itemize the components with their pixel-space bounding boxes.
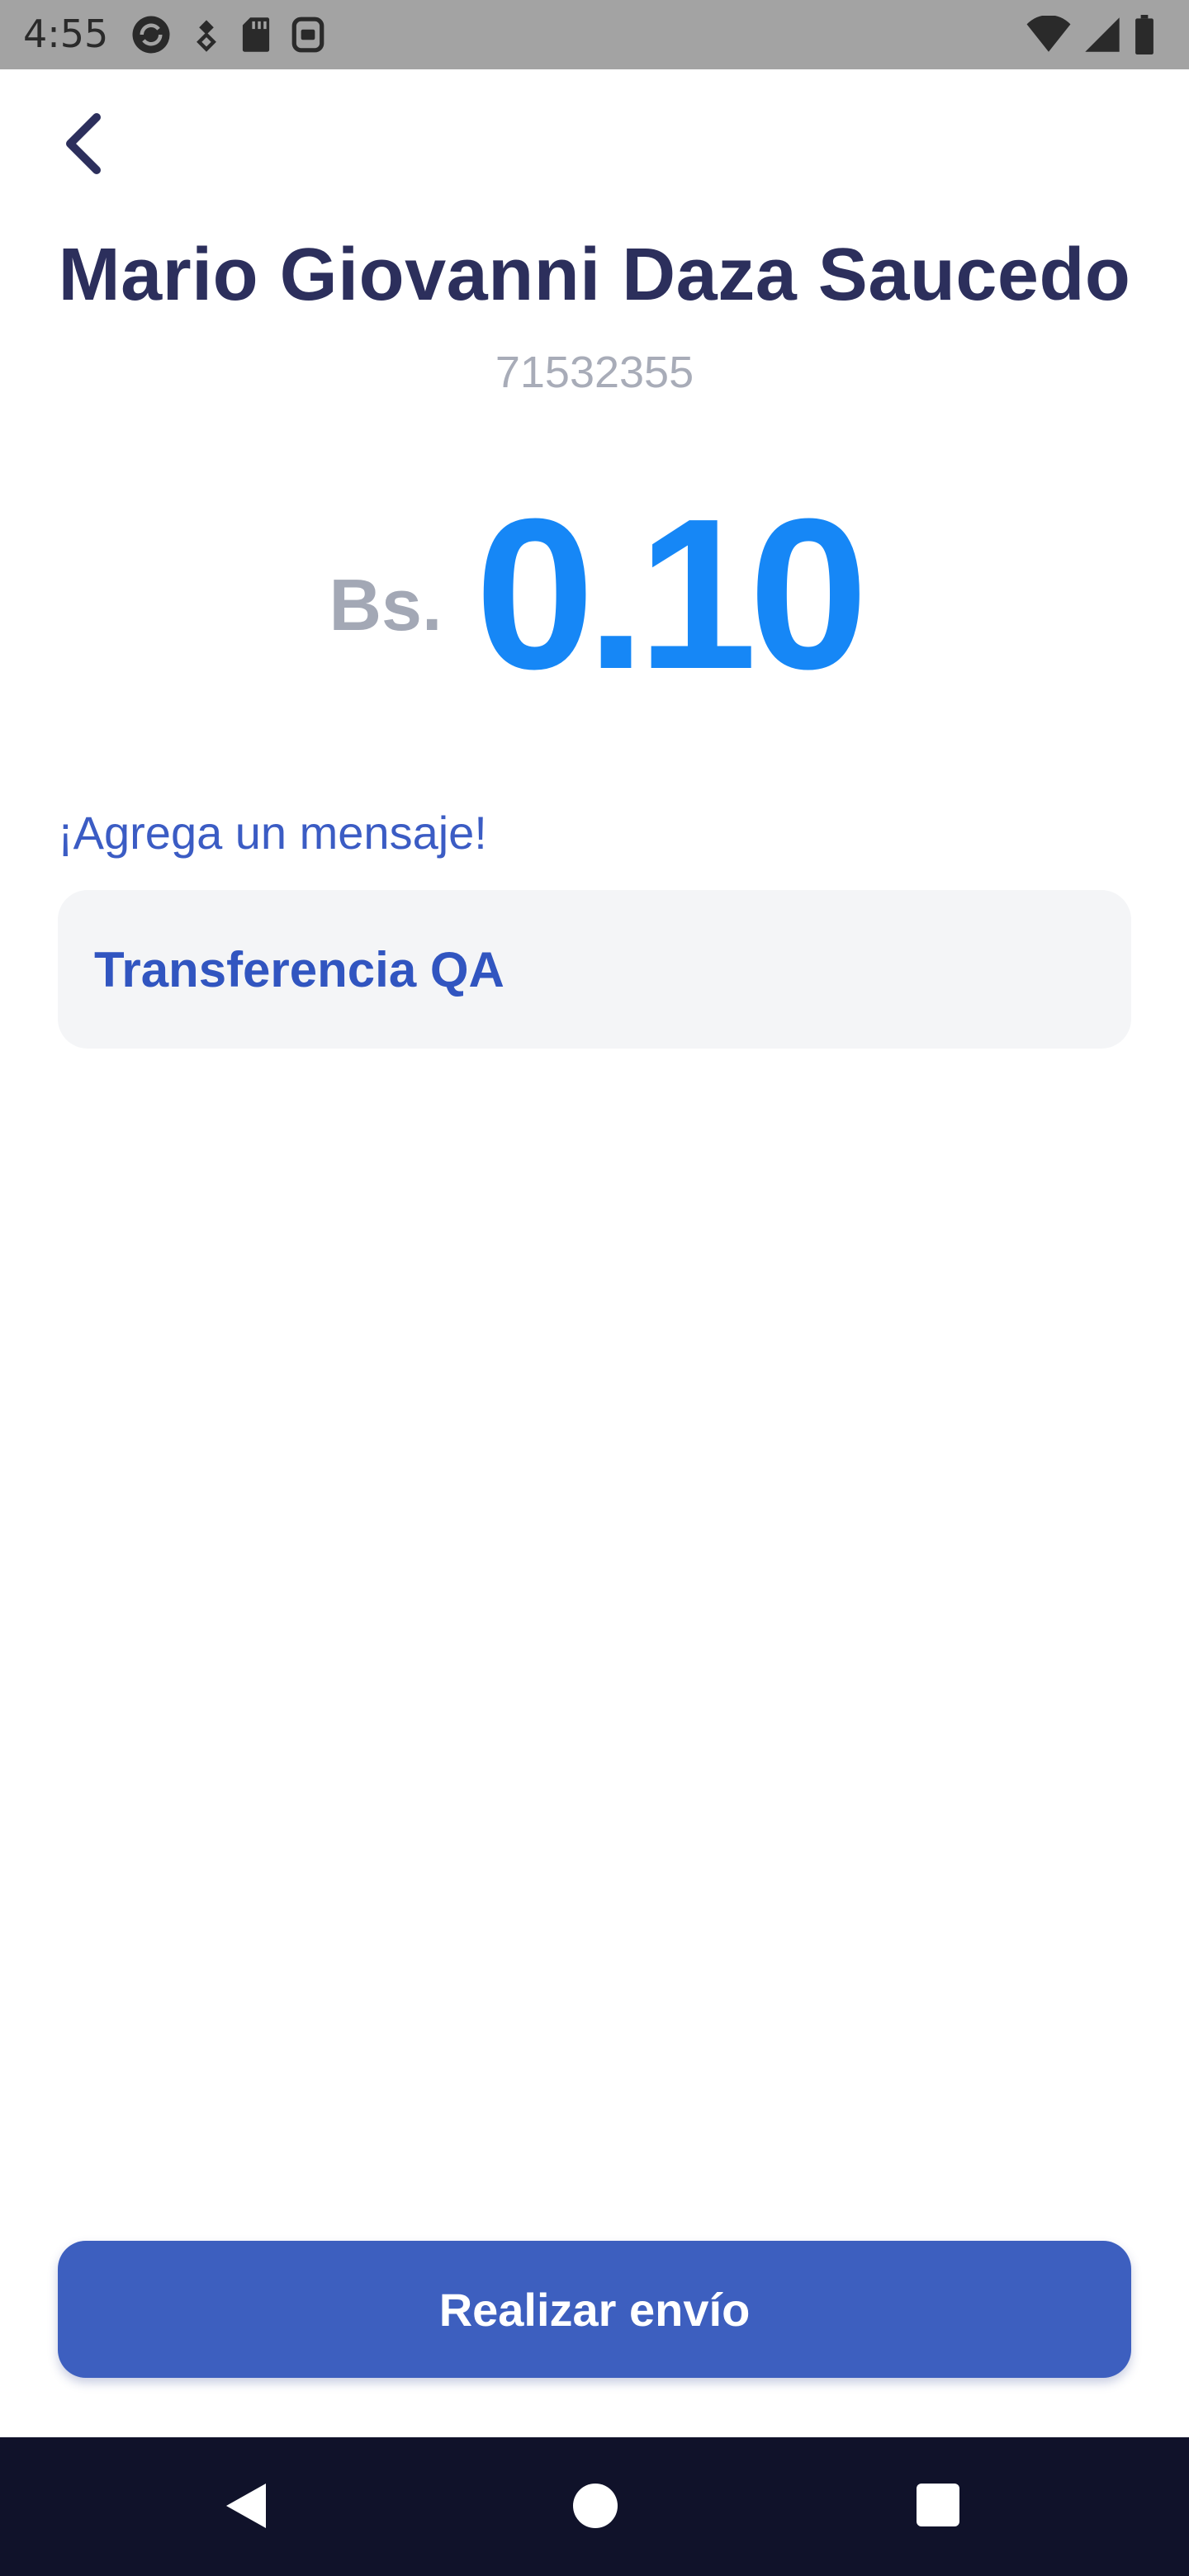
security-icon [291,17,324,53]
back-triangle-icon[interactable] [223,2480,269,2531]
wifi-icon [1026,16,1071,52]
amount-display: Bs. 0.10 [0,487,1189,702]
navigation-bar [0,2437,1189,2576]
battery-icon [1135,15,1153,54]
sd-card-icon [242,17,270,52]
message-label: ¡Agrega un mensaje! [58,807,487,859]
recipient-phone: 71532355 [495,348,694,397]
message-input-value: Transferencia QA [94,941,504,997]
status-time: 4:55 [23,12,109,56]
send-button[interactable]: Realizar envío [58,2241,1131,2378]
back-button[interactable] [51,107,114,180]
cell-signal-icon [1085,17,1120,52]
home-circle-icon[interactable] [573,2484,618,2528]
message-input[interactable]: Transferencia QA [58,890,1131,1049]
status-bar: 4:55 [0,0,1189,69]
status-left-icons [129,12,325,58]
amount-value: 0.10 [475,475,868,714]
vpn-key-icon [197,20,216,52]
status-right-icons [1026,12,1156,58]
sync-icon [132,16,170,54]
currency-label: Bs. [329,564,443,646]
recipient-name: Mario Giovanni Daza Saucedo [58,234,1131,316]
chevron-left-icon [66,113,101,174]
recents-square-icon[interactable] [917,2484,959,2526]
